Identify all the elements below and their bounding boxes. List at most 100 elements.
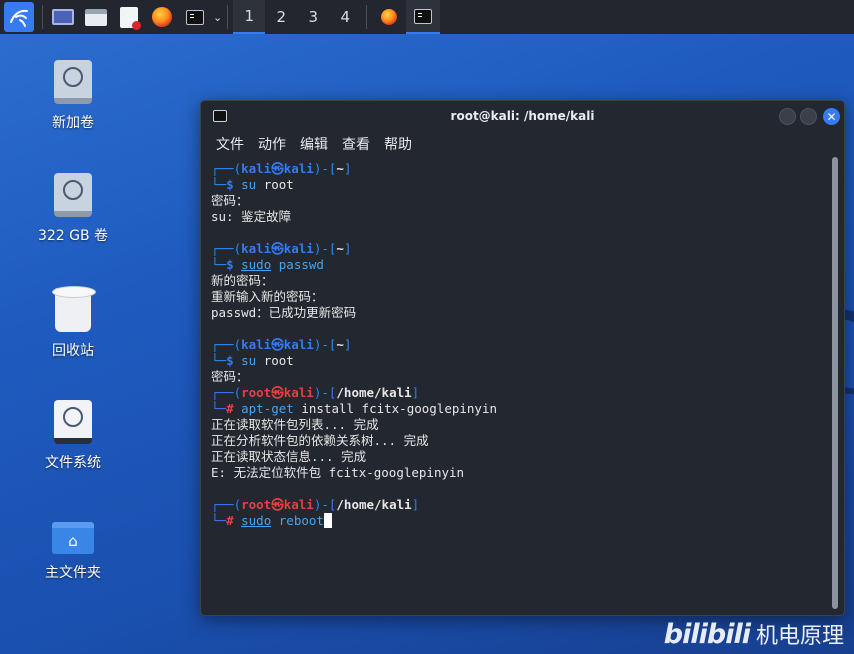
terminal-text: ┌──( xyxy=(211,161,242,176)
bilibili-logo: bilibili xyxy=(663,618,751,650)
terminal-line: ┌──(root㉿kali)-[/home/kali] xyxy=(211,385,821,401)
terminal-text: ┌──( xyxy=(211,497,242,512)
terminal-text: └─ xyxy=(211,513,227,528)
workspace-1[interactable]: 1 xyxy=(233,0,266,34)
terminal-text: 新的密码： xyxy=(211,273,274,288)
watermark: bilibili 机电原理 xyxy=(664,618,844,650)
terminal-line: 密码： xyxy=(211,193,821,209)
terminal-text: # xyxy=(226,513,242,528)
terminal-text: sudo xyxy=(241,513,272,528)
watermark-text: 机电原理 xyxy=(755,624,844,649)
terminal-line: └─$ su root xyxy=(211,353,821,369)
workspace-3[interactable]: 3 xyxy=(297,0,329,34)
terminal-text: reboot xyxy=(278,513,324,528)
menu-view[interactable]: 查看 xyxy=(342,134,370,154)
terminal-line: su: 鉴定故障 xyxy=(211,209,821,225)
terminal-line: 密码： xyxy=(211,369,821,385)
trash-icon xyxy=(52,286,96,332)
desktop-icon-label: 主文件夹 xyxy=(45,565,101,581)
terminal-text: ] xyxy=(343,161,352,176)
desktop-icon-label: 322 GB 卷 xyxy=(37,228,109,244)
workspace-4[interactable]: 4 xyxy=(329,0,361,34)
terminal-icon xyxy=(186,9,204,25)
menu-edit[interactable]: 编辑 xyxy=(300,134,328,154)
minimize-button[interactable] xyxy=(779,108,796,125)
terminal-text: ~ xyxy=(336,241,344,256)
filesystem-drive-icon xyxy=(54,400,92,444)
home-folder-icon: ⌂ xyxy=(52,522,94,554)
terminal-text: )-[ xyxy=(313,241,337,256)
terminal-text: 正在读取状态信息... 完成 xyxy=(211,449,367,464)
maximize-button[interactable] xyxy=(800,108,817,125)
taskbar-separator xyxy=(366,5,368,29)
task-terminal[interactable] xyxy=(406,0,441,34)
terminal-text: ┌──( xyxy=(211,337,242,352)
terminal-text: kali㉿kali xyxy=(241,337,314,352)
firefox-icon xyxy=(381,9,398,25)
desktop-icon-filesystem[interactable]: 文件系统 xyxy=(28,400,118,472)
desktop-icon-home[interactable]: ⌂ 主文件夹 xyxy=(28,522,118,582)
desktop-icon-label: 回收站 xyxy=(52,343,94,359)
terminal-line: 正在分析软件包的依赖关系树... 完成 xyxy=(211,433,821,449)
terminal-text: $ xyxy=(226,177,242,192)
close-button[interactable]: ✕ xyxy=(823,108,840,125)
drive-icon xyxy=(54,173,92,217)
kali-dragon-icon xyxy=(10,9,28,27)
terminal-titlebar[interactable]: root@kali: /home/kali ✕ xyxy=(201,101,844,131)
terminal-text: passwd：已成功更新密码 xyxy=(211,305,357,320)
terminal-text: root xyxy=(256,353,294,368)
terminal-text: install fcitx-googlepinyin xyxy=(293,401,498,416)
terminal-scrollbar[interactable] xyxy=(832,157,838,609)
menu-file[interactable]: 文件 xyxy=(216,134,244,154)
terminal-text: )-[ xyxy=(313,497,337,512)
kali-menu-button[interactable] xyxy=(4,2,34,32)
menu-actions[interactable]: 动作 xyxy=(258,134,286,154)
terminal-text: root xyxy=(256,177,294,192)
text-editor-button[interactable] xyxy=(114,2,144,32)
terminal-text: kali㉿kali xyxy=(241,161,314,176)
drive-icon xyxy=(54,60,92,104)
desktop-icon-322gb-volume[interactable]: 322 GB 卷 xyxy=(28,173,118,245)
scrollbar-thumb[interactable] xyxy=(832,157,838,609)
file-manager-button[interactable] xyxy=(81,2,111,32)
show-desktop-button[interactable] xyxy=(48,2,78,32)
task-firefox[interactable] xyxy=(372,0,406,34)
terminal-line: └─$ su root xyxy=(211,177,821,193)
terminal-text: )-[ xyxy=(313,161,337,176)
terminal-text: └─ xyxy=(211,177,227,192)
terminal-text: /home/kali xyxy=(336,385,412,400)
terminal-text: 正在分析软件包的依赖关系树... 完成 xyxy=(211,433,429,448)
terminal-line: 正在读取软件包列表... 完成 xyxy=(211,417,821,433)
terminal-text: su xyxy=(241,177,257,192)
firefox-launcher-button[interactable] xyxy=(147,2,177,32)
terminal-text: ] xyxy=(343,337,352,352)
desktop-icon-trash[interactable]: 回收站 xyxy=(28,286,118,360)
terminal-line: ┌──(root㉿kali)-[/home/kali] xyxy=(211,497,821,513)
desktop-icon-label: 文件系统 xyxy=(45,455,101,471)
terminal-line: ┌──(kali㉿kali)-[~] xyxy=(211,241,821,257)
terminal-text: su xyxy=(241,353,257,368)
desktop-icon-new-volume[interactable]: 新加卷 xyxy=(28,60,118,132)
terminal-text: ] xyxy=(411,497,420,512)
desktop-icon xyxy=(52,9,74,25)
terminal-text: )-[ xyxy=(313,385,337,400)
terminal-text: root㉿kali xyxy=(241,385,314,400)
chevron-down-icon[interactable]: ⌄ xyxy=(213,11,222,24)
terminal-line: 重新输入新的密码： xyxy=(211,289,821,305)
menu-help[interactable]: 帮助 xyxy=(384,134,412,154)
terminal-text: └─ xyxy=(211,257,227,272)
terminal-line: 新的密码： xyxy=(211,273,821,289)
terminal-launcher-button[interactable] xyxy=(180,2,210,32)
terminal-text: 正在读取软件包列表... 完成 xyxy=(211,417,379,432)
desktop-icon-label: 新加卷 xyxy=(52,115,94,131)
terminal-text: kali㉿kali xyxy=(241,241,314,256)
workspace-2[interactable]: 2 xyxy=(265,0,297,34)
text-editor-icon xyxy=(120,6,141,30)
terminal-window[interactable]: root@kali: /home/kali ✕ 文件 动作 编辑 查看 帮助 ┌… xyxy=(200,100,845,616)
terminal-line: E: 无法定位软件包 fcitx-googlepinyin xyxy=(211,465,821,481)
terminal-text: $ xyxy=(226,257,242,272)
terminal-line: ┌──(kali㉿kali)-[~] xyxy=(211,337,821,353)
terminal-line: ┌──(kali㉿kali)-[~] xyxy=(211,161,821,177)
terminal-output[interactable]: ┌──(kali㉿kali)-[~] └─$ su root 密码： su: 鉴定故障… xyxy=(211,161,821,609)
